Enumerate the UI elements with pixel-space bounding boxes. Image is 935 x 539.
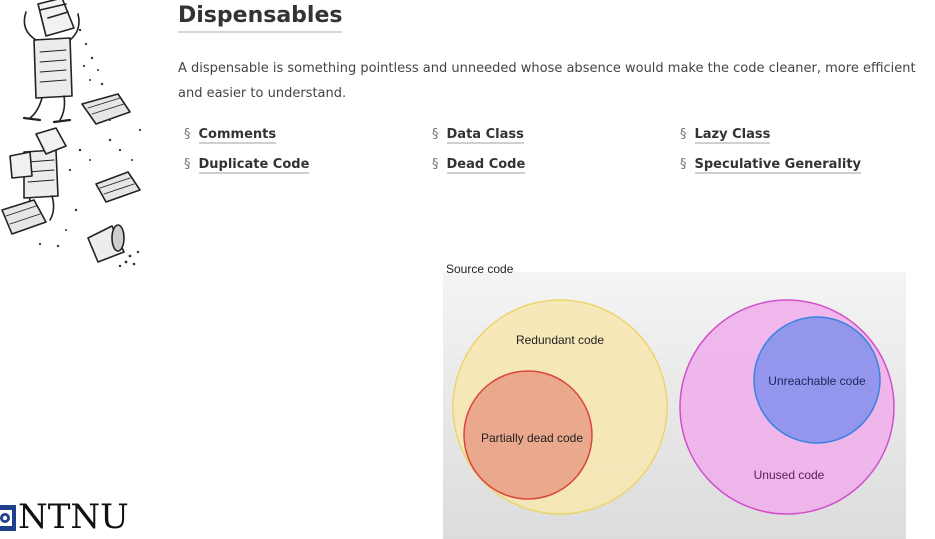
venn-svg: Redundant code Partially dead code Unrea…: [452, 299, 895, 515]
link-duplicate-code[interactable]: § Duplicate Code: [184, 156, 310, 174]
section-icon: §: [184, 157, 191, 172]
section-icon: §: [432, 157, 439, 172]
section-icon: §: [432, 127, 439, 142]
link-dead-code[interactable]: § Dead Code: [432, 156, 526, 174]
link-comments[interactable]: § Comments: [184, 126, 277, 144]
section-icon: §: [184, 127, 191, 142]
link-label[interactable]: Dead Code: [446, 157, 526, 174]
unused-code-label: Unused code: [754, 468, 825, 482]
link-label[interactable]: Speculative Generality: [694, 157, 862, 174]
partially-dead-code-label: Partially dead code: [481, 431, 583, 445]
page-description: A dispensable is something pointless and…: [178, 61, 916, 101]
section-icon: §: [680, 157, 687, 172]
link-label[interactable]: Comments: [198, 127, 277, 144]
source-code-diagram: Source code Redundant code Partially dea…: [443, 262, 906, 539]
link-data-class[interactable]: § Data Class: [432, 126, 524, 144]
link-speculative-generality[interactable]: § Speculative Generality: [680, 156, 862, 174]
link-lazy-class[interactable]: § Lazy Class: [680, 126, 771, 144]
unreachable-code-label: Unreachable code: [768, 374, 866, 388]
section-icon: §: [680, 127, 687, 142]
ntnu-logo-text: NTNU: [18, 497, 129, 537]
link-label[interactable]: Data Class: [446, 127, 524, 144]
page-title: Dispensables: [178, 2, 343, 33]
redundant-code-label: Redundant code: [516, 333, 604, 347]
link-label[interactable]: Duplicate Code: [198, 157, 310, 174]
link-label[interactable]: Lazy Class: [694, 127, 771, 144]
ntnu-emblem-icon: [0, 505, 16, 531]
dispensables-illustration: [1, 0, 142, 268]
ntnu-logo: NTNU: [0, 497, 140, 539]
